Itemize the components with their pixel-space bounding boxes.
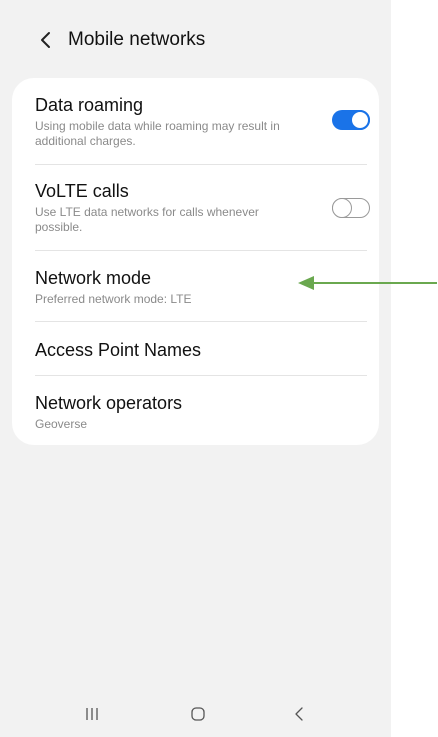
arrow-left-icon	[298, 276, 437, 290]
